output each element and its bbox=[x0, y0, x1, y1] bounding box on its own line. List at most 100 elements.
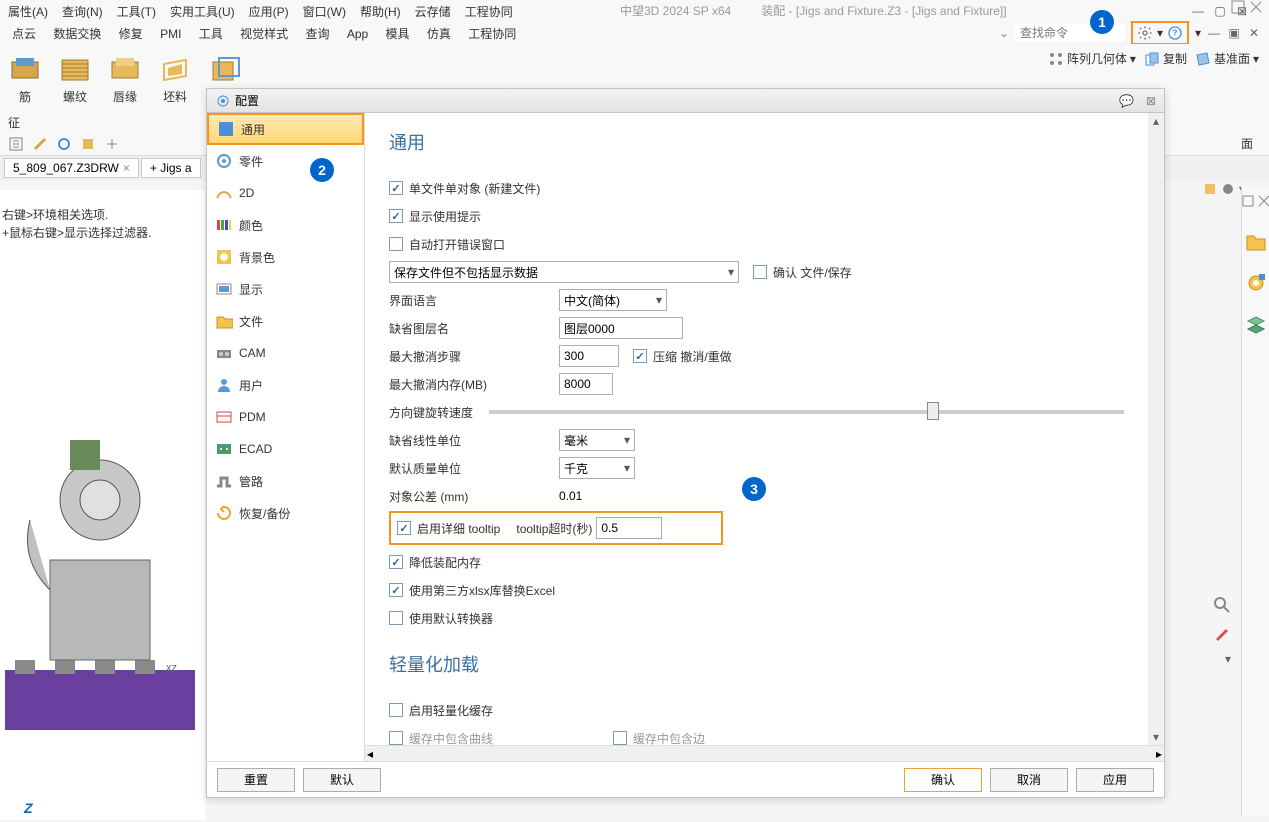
maximize-icon[interactable]: ▣ bbox=[1227, 26, 1241, 40]
layers-icon[interactable] bbox=[1245, 314, 1267, 336]
sidebar-item-ecad[interactable]: ECAD bbox=[207, 433, 364, 465]
menu-item[interactable]: 查询(N) bbox=[62, 3, 103, 20]
sidebar-item-user[interactable]: 用户 bbox=[207, 369, 364, 401]
checkbox-reduce-asm-mem[interactable] bbox=[389, 555, 403, 569]
sidebar-item-general[interactable]: 通用 bbox=[207, 113, 364, 145]
checkbox-confirm-save[interactable] bbox=[753, 265, 767, 279]
minimize-icon[interactable]: — bbox=[1207, 26, 1221, 40]
tool-icon[interactable] bbox=[80, 136, 96, 152]
menu-item[interactable]: 修复 bbox=[119, 27, 143, 41]
menu-item[interactable]: 帮助(H) bbox=[360, 3, 401, 20]
checkbox-show-hints[interactable] bbox=[389, 209, 403, 223]
menu-item[interactable]: 云存储 bbox=[415, 3, 451, 20]
sidebar-item-color[interactable]: 颜色 bbox=[207, 209, 364, 241]
tool-icon[interactable] bbox=[1203, 182, 1217, 196]
menu-item[interactable]: 数据交换 bbox=[53, 27, 101, 41]
document-tab[interactable]: + Jigs a bbox=[141, 158, 201, 178]
menu-item[interactable]: 工程协同 bbox=[465, 3, 513, 20]
dialog-close-icon[interactable]: ⊠ bbox=[1146, 94, 1156, 108]
tool-icon[interactable] bbox=[56, 136, 72, 152]
mass-unit-dropdown[interactable]: 千克 bbox=[559, 457, 635, 479]
cancel-button[interactable]: 取消 bbox=[990, 768, 1068, 792]
checkbox-enable-tooltip[interactable] bbox=[397, 521, 411, 535]
checkbox-cache-edge[interactable] bbox=[613, 731, 627, 745]
ribbon-item-stock[interactable]: 坯料 bbox=[158, 54, 192, 105]
save-mode-dropdown[interactable]: 保存文件但不包括显示数据 bbox=[389, 261, 739, 283]
tab-close-icon[interactable]: × bbox=[123, 161, 130, 175]
checkbox-single-file[interactable] bbox=[389, 181, 403, 195]
chevron-down-icon[interactable]: ⌄ bbox=[999, 26, 1009, 40]
close-icon[interactable]: ✕ bbox=[1247, 26, 1261, 40]
search-icon[interactable] bbox=[1213, 596, 1231, 614]
ribbon-item-thread[interactable]: 螺纹 bbox=[58, 54, 92, 105]
horizontal-scrollbar[interactable]: ◂ ▸ bbox=[365, 745, 1164, 761]
tool-icon[interactable] bbox=[32, 136, 48, 152]
pen-icon[interactable] bbox=[1213, 624, 1231, 642]
menu-item[interactable]: 属性(A) bbox=[8, 3, 48, 20]
panel-close-icon[interactable] bbox=[1249, 0, 1263, 14]
tool-icon[interactable] bbox=[104, 136, 120, 152]
scroll-down-icon[interactable]: ▾ bbox=[1150, 731, 1162, 743]
sidebar-item-cam[interactable]: CAM bbox=[207, 337, 364, 369]
sidebar-item-routing[interactable]: 管路 bbox=[207, 465, 364, 497]
default-layer-input[interactable] bbox=[559, 317, 683, 339]
ribbon-datum[interactable]: 基准面 ▾ bbox=[1195, 50, 1259, 67]
menu-item[interactable]: 仿真 bbox=[427, 27, 451, 41]
reset-button[interactable]: 重置 bbox=[217, 768, 295, 792]
checkbox-cache-curve[interactable] bbox=[389, 731, 403, 745]
menu-item[interactable]: 工程协同 bbox=[468, 27, 516, 41]
model-viewport[interactable]: 右键>环境相关选项. +鼠标右键>显示选择过滤器. xz Z bbox=[0, 190, 205, 820]
default-button[interactable]: 默认 bbox=[303, 768, 381, 792]
sidebar-item-2d[interactable]: 2D bbox=[207, 177, 364, 209]
menu-item[interactable]: 实用工具(U) bbox=[170, 3, 235, 20]
scroll-right-icon[interactable]: ▸ bbox=[1156, 747, 1162, 761]
panel-icon[interactable] bbox=[1242, 195, 1254, 207]
menu-item[interactable]: 窗口(W) bbox=[303, 3, 346, 20]
sidebar-item-part[interactable]: 零件 bbox=[207, 145, 364, 177]
help-icon[interactable]: ? bbox=[1167, 25, 1183, 41]
ok-button[interactable]: 确认 bbox=[904, 768, 982, 792]
dialog-help-icon[interactable]: 💬 bbox=[1119, 94, 1134, 108]
minimize-icon[interactable]: — bbox=[1191, 4, 1205, 18]
undo-steps-input[interactable] bbox=[559, 345, 619, 367]
tool-icon[interactable] bbox=[1221, 182, 1235, 196]
menu-item[interactable]: 模具 bbox=[386, 27, 410, 41]
menu-item[interactable]: 查询 bbox=[305, 27, 329, 41]
arrow-rotate-slider[interactable] bbox=[489, 410, 1124, 414]
tree-icon[interactable] bbox=[8, 136, 24, 152]
ribbon-copy[interactable]: 复制 bbox=[1144, 50, 1187, 67]
menu-item[interactable]: 工具 bbox=[199, 27, 223, 41]
menu-item[interactable]: PMI bbox=[160, 27, 181, 41]
folder-icon[interactable] bbox=[1245, 230, 1267, 252]
checkbox-compress-undo[interactable] bbox=[633, 349, 647, 363]
undo-memory-input[interactable] bbox=[559, 373, 613, 395]
menu-item[interactable]: 点云 bbox=[12, 27, 36, 41]
gear-icon[interactable] bbox=[1137, 25, 1153, 41]
vertical-scrollbar[interactable]: ▴ ▾ bbox=[1148, 113, 1164, 745]
restore-icon[interactable]: ▢ bbox=[1213, 4, 1227, 18]
sidebar-item-bgcolor[interactable]: 背景色 bbox=[207, 241, 364, 273]
apply-button[interactable]: 应用 bbox=[1076, 768, 1154, 792]
tooltip-timeout-input[interactable] bbox=[596, 517, 662, 539]
checkbox-auto-error[interactable] bbox=[389, 237, 403, 251]
checkbox-light-cache[interactable] bbox=[389, 703, 403, 717]
document-tab[interactable]: 5_809_067.Z3DRW× bbox=[4, 158, 139, 178]
panel-close-icon[interactable] bbox=[1258, 195, 1269, 207]
ribbon-pattern[interactable]: 阵列几何体 ▾ bbox=[1048, 50, 1136, 67]
checkbox-default-converter[interactable] bbox=[389, 611, 403, 625]
dialog-titlebar[interactable]: 配置 💬 ⊠ bbox=[207, 89, 1164, 113]
checkbox-xlsx-lib[interactable] bbox=[389, 583, 403, 597]
gear-color-icon[interactable] bbox=[1245, 272, 1267, 294]
menu-item[interactable]: 工具(T) bbox=[117, 3, 156, 20]
ribbon-item-rib[interactable]: 筋 bbox=[8, 54, 42, 105]
sidebar-item-file[interactable]: 文件 bbox=[207, 305, 364, 337]
sidebar-item-backup[interactable]: 恢复/备份 bbox=[207, 497, 364, 529]
linear-unit-dropdown[interactable]: 毫米 bbox=[559, 429, 635, 451]
scroll-left-icon[interactable]: ◂ bbox=[367, 747, 373, 761]
sidebar-item-display[interactable]: 显示 bbox=[207, 273, 364, 305]
menu-item[interactable]: 应用(P) bbox=[249, 3, 289, 20]
scroll-up-icon[interactable]: ▴ bbox=[1150, 115, 1162, 127]
menu-item[interactable]: 视觉样式 bbox=[240, 27, 288, 41]
menu-item[interactable]: App bbox=[347, 27, 368, 41]
language-dropdown[interactable]: 中文(简体) bbox=[559, 289, 667, 311]
